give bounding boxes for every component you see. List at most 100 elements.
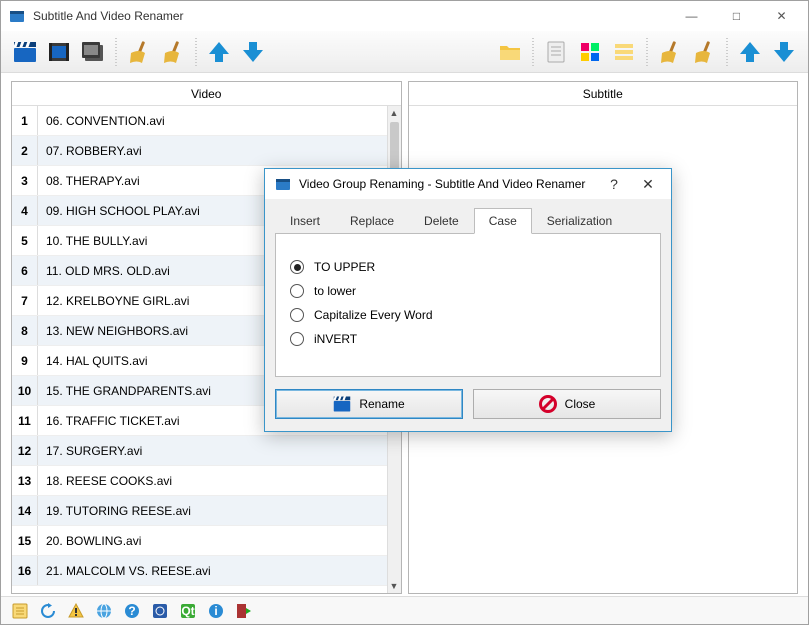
status-warn-icon[interactable] (67, 602, 85, 620)
dialog-title: Video Group Renaming - Subtitle And Vide… (299, 177, 597, 191)
broom-3-icon (658, 40, 682, 64)
toolbar-separator (195, 38, 197, 66)
toolbar-page-rows[interactable] (610, 38, 638, 66)
radio-icon (290, 308, 304, 322)
row-number: 13 (12, 466, 38, 495)
scroll-down-button[interactable]: ▼ (388, 579, 401, 593)
row-number: 4 (12, 196, 38, 225)
toolbar-folder[interactable] (496, 38, 524, 66)
row-filename: 16. TRAFFIC TICKET.avi (38, 414, 180, 428)
status-info-icon[interactable] (207, 602, 225, 620)
toolbar-arrow-down-2[interactable] (770, 38, 798, 66)
case-option-1[interactable]: to lower (290, 284, 646, 298)
tab-case[interactable]: Case (474, 208, 532, 234)
toolbar-broom-2[interactable] (159, 38, 187, 66)
row-number: 11 (12, 406, 38, 435)
case-option-label: iNVERT (314, 332, 357, 346)
row-filename: 18. REESE COOKS.avi (38, 474, 172, 488)
toolbar-separator (646, 38, 648, 66)
toolbar-clapper-blue[interactable] (11, 38, 39, 66)
tab-delete[interactable]: Delete (409, 208, 474, 234)
toolbar-broom-4[interactable] (690, 38, 718, 66)
toolbar-arrow-up-2[interactable] (736, 38, 764, 66)
status-globe-icon[interactable] (95, 602, 113, 620)
page-colors-icon (578, 40, 602, 64)
status-un-icon[interactable] (151, 602, 169, 620)
scroll-up-button[interactable]: ▲ (388, 106, 401, 120)
page-1-icon (544, 40, 568, 64)
toolbar-page-colors[interactable] (576, 38, 604, 66)
table-row[interactable]: 1217. SURGERY.avi (12, 436, 387, 466)
case-option-label: to lower (314, 284, 356, 298)
toolbar (1, 31, 808, 73)
close-button[interactable]: ✕ (759, 2, 804, 30)
titlebar: Subtitle And Video Renamer — □ ✕ (1, 1, 808, 31)
status-list-icon[interactable] (11, 602, 29, 620)
status-qt-icon[interactable] (179, 602, 197, 620)
clapper-blue-icon (13, 40, 37, 64)
dialog-close-button[interactable]: ✕ (631, 171, 665, 197)
table-row[interactable]: 1520. BOWLING.avi (12, 526, 387, 556)
radio-icon (290, 260, 304, 274)
app-icon (9, 8, 25, 24)
rename-dialog: Video Group Renaming - Subtitle And Vide… (264, 168, 672, 432)
statusbar (1, 596, 808, 624)
status-help-icon[interactable] (123, 602, 141, 620)
arrow-up-icon (207, 40, 231, 64)
tab-replace[interactable]: Replace (335, 208, 409, 234)
table-row[interactable]: 1318. REESE COOKS.avi (12, 466, 387, 496)
toolbar-arrow-down[interactable] (239, 38, 267, 66)
toolbar-page-1[interactable] (542, 38, 570, 66)
minimize-button[interactable]: — (669, 2, 714, 30)
table-row[interactable]: 106. CONVENTION.avi (12, 106, 387, 136)
clapper-icon (333, 395, 351, 413)
arrow-up-2-icon (738, 40, 762, 64)
row-filename: 21. MALCOLM VS. REESE.avi (38, 564, 211, 578)
tab-serialization[interactable]: Serialization (532, 208, 627, 234)
case-option-2[interactable]: Capitalize Every Word (290, 308, 646, 322)
toolbar-film-open[interactable] (45, 38, 73, 66)
row-filename: 14. HAL QUITS.avi (38, 354, 148, 368)
row-filename: 10. THE BULLY.avi (38, 234, 147, 248)
table-row[interactable]: 1419. TUTORING REESE.avi (12, 496, 387, 526)
case-option-label: Capitalize Every Word (314, 308, 433, 322)
arrow-down-icon (241, 40, 265, 64)
toolbar-broom-3[interactable] (656, 38, 684, 66)
close-dialog-button[interactable]: Close (473, 389, 661, 419)
page-rows-icon (612, 40, 636, 64)
row-number: 12 (12, 436, 38, 465)
status-refresh-icon[interactable] (39, 602, 57, 620)
row-number: 9 (12, 346, 38, 375)
subtitle-panel-header: Subtitle (409, 82, 798, 106)
toolbar-broom-1[interactable] (125, 38, 153, 66)
row-filename: 06. CONVENTION.avi (38, 114, 165, 128)
row-filename: 08. THERAPY.avi (38, 174, 140, 188)
arrow-down-2-icon (772, 40, 796, 64)
dialog-help-button[interactable]: ? (597, 171, 631, 197)
row-number: 3 (12, 166, 38, 195)
tab-insert[interactable]: Insert (275, 208, 335, 234)
radio-icon (290, 284, 304, 298)
no-icon (539, 395, 557, 413)
case-option-3[interactable]: iNVERT (290, 332, 646, 346)
row-filename: 19. TUTORING REESE.avi (38, 504, 191, 518)
toolbar-film-multi[interactable] (79, 38, 107, 66)
table-row[interactable]: 1621. MALCOLM VS. REESE.avi (12, 556, 387, 586)
maximize-button[interactable]: □ (714, 2, 759, 30)
case-tab-panel: TO UPPER to lower Capitalize Every Word iNV… (275, 233, 661, 377)
folder-icon (498, 40, 522, 64)
status-exit-icon[interactable] (235, 602, 253, 620)
row-number: 15 (12, 526, 38, 555)
dialog-tabs: InsertReplaceDeleteCaseSerialization (275, 207, 661, 233)
case-option-label: TO UPPER (314, 260, 375, 274)
video-panel-header: Video (12, 82, 401, 106)
rename-button[interactable]: Rename (275, 389, 463, 419)
toolbar-arrow-up[interactable] (205, 38, 233, 66)
app-title: Subtitle And Video Renamer (33, 9, 669, 23)
table-row[interactable]: 207. ROBBERY.avi (12, 136, 387, 166)
broom-4-icon (692, 40, 716, 64)
row-filename: 09. HIGH SCHOOL PLAY.avi (38, 204, 200, 218)
case-option-0[interactable]: TO UPPER (290, 260, 646, 274)
toolbar-separator (115, 38, 117, 66)
toolbar-separator (532, 38, 534, 66)
